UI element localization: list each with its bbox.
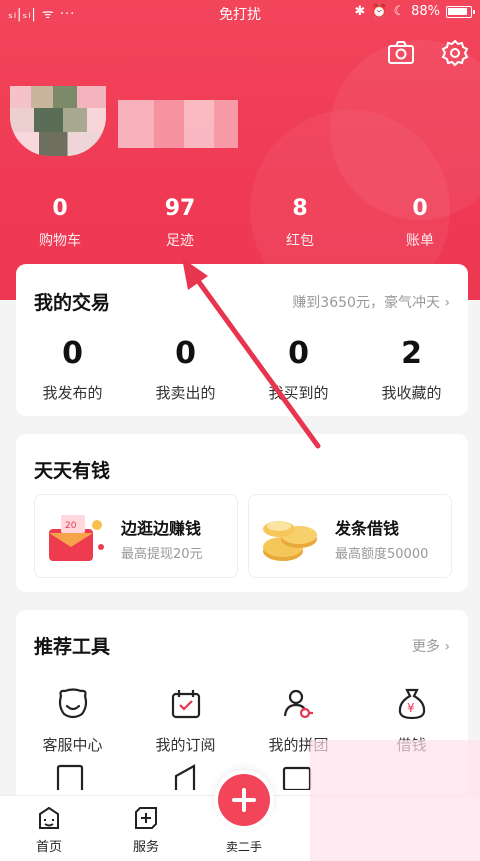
status-right: ✱ ⏰ ☾ 88% (354, 4, 475, 19)
stat-value: 97 (164, 196, 196, 221)
trade-label: 我收藏的 (381, 384, 442, 402)
nickname-redacted[interactable] (118, 100, 238, 148)
battery-percent: 88% (411, 4, 440, 19)
home-icon (39, 806, 59, 829)
my-trades-card: 我的交易 赚到3650元，豪气冲天 › 0 我发布的 0 我卖出的 0 我买到的… (16, 264, 468, 416)
trade-earnings-link[interactable]: 赚到3650元，豪气冲天 › (292, 292, 450, 312)
stat-label: 账单 (406, 233, 434, 249)
battery-icon (446, 5, 475, 18)
moon-icon: ☾ (393, 4, 406, 19)
tools-more-link[interactable]: 更多 › (412, 636, 450, 656)
red-envelope-icon: 20 (49, 515, 104, 561)
trade-label: 我买到的 (268, 384, 329, 402)
status-bar: ₛₗ|ₛₗ| ᯤ ··· 免打扰 ✱ ⏰ ☾ 88% (0, 0, 480, 26)
stat-bills[interactable]: 0 账单 (360, 196, 480, 250)
bookmark-icon (56, 764, 84, 790)
trade-bought[interactable]: 0 我买到的 (242, 336, 355, 403)
alarm-icon: ⏰ (371, 4, 388, 19)
service-icon (135, 807, 157, 829)
browse-earn-tile[interactable]: 20 边逛边赚钱 最高提现20元 (34, 494, 238, 578)
trade-published[interactable]: 0 我发布的 (16, 336, 129, 403)
trade-stats: 0 我发布的 0 我卖出的 0 我买到的 2 我收藏的 (16, 336, 468, 403)
trade-label: 我卖出的 (155, 384, 216, 402)
stat-label: 红包 (286, 233, 314, 249)
tool-customer-service[interactable]: 客服中心 (16, 686, 129, 755)
trade-favorited[interactable]: 2 我收藏的 (355, 336, 468, 403)
gold-coins-icon (263, 521, 317, 561)
tile-subtitle: 最高额度50000 (335, 547, 429, 562)
customer-service-icon (58, 688, 87, 719)
borrow-tile[interactable]: 发条借钱 最高额度50000 (248, 494, 452, 578)
flag-icon (174, 764, 196, 790)
daily-money-card: 天天有钱 20 边逛边赚钱 最高提现20元 发条借钱 最高额度50000 (16, 434, 468, 592)
money-bag-icon: ¥ (398, 688, 425, 720)
trade-label: 我发布的 (42, 384, 103, 402)
group-buy-icon (283, 689, 313, 719)
stat-label: 购物车 (39, 233, 81, 249)
svg-text:¥: ¥ (407, 701, 415, 715)
stat-footprints[interactable]: 97 足迹 (120, 196, 240, 250)
avatar[interactable] (10, 86, 106, 156)
tile-title: 发条借钱 (335, 519, 400, 538)
subscription-icon (171, 690, 200, 719)
trade-sold[interactable]: 0 我卖出的 (129, 336, 242, 403)
header-actions (386, 38, 470, 68)
stat-value: 8 (292, 196, 308, 221)
stat-value: 0 (412, 196, 428, 221)
gear-icon[interactable] (440, 38, 470, 68)
tab-label: 首页 (35, 840, 62, 855)
card-title: 推荐工具 (34, 636, 111, 658)
tool-subscriptions[interactable]: 我的订阅 (129, 686, 242, 755)
camera-icon[interactable] (386, 38, 416, 68)
trade-value: 2 (401, 336, 422, 371)
svg-text:20: 20 (65, 521, 77, 531)
trade-value: 0 (288, 336, 309, 371)
trade-value: 0 (62, 336, 83, 371)
stats-row: 0 购物车 97 足迹 8 红包 0 账单 (0, 196, 480, 250)
stat-red-packets[interactable]: 8 红包 (240, 196, 360, 250)
tile-title: 边逛边赚钱 (121, 519, 202, 538)
card-title: 我的交易 (34, 292, 111, 314)
mail-icon (282, 766, 312, 790)
tab-label: 服务 (132, 840, 159, 855)
tab-home[interactable]: 首页 (14, 804, 84, 855)
stat-value: 0 (52, 196, 68, 221)
watermark (310, 740, 480, 861)
avatar-pixelation (10, 132, 106, 156)
trade-value: 0 (175, 336, 196, 371)
tool-label: 客服中心 (42, 736, 103, 754)
tile-subtitle: 最高提现20元 (121, 547, 203, 562)
bluetooth-icon: ✱ (354, 4, 366, 19)
tab-service[interactable]: 服务 (111, 804, 181, 855)
stat-cart[interactable]: 0 购物车 (0, 196, 120, 250)
card-title: 天天有钱 (34, 460, 111, 482)
tool-label: 我的订阅 (155, 736, 216, 754)
sell-label: 卖二手 (225, 840, 262, 854)
avatar-pixelation (10, 108, 106, 132)
stat-label: 足迹 (166, 233, 194, 249)
plus-icon (218, 774, 270, 826)
sell-button[interactable] (214, 770, 274, 830)
